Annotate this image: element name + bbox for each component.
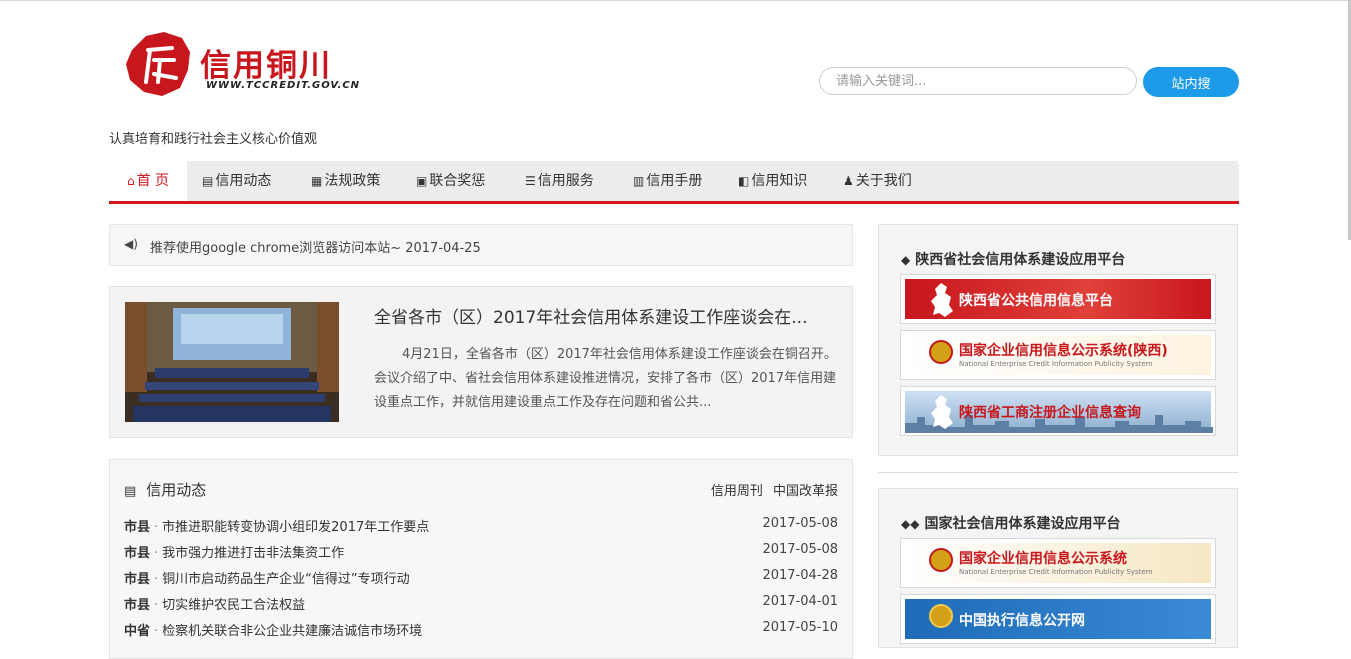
news-row[interactable]: 中省 · 检察机关联合非公企业共建廉洁诚信市场环境 2017-05-10 bbox=[124, 620, 838, 646]
news-row[interactable]: 市县 · 市推进职能转变协调小组印发2017年工作要点 2017-05-08 bbox=[124, 516, 838, 542]
national-emblem-icon bbox=[929, 548, 953, 572]
nav-credit-knowledge[interactable]: ◧ 信用知识 bbox=[738, 161, 807, 201]
nav-credit-service[interactable]: ☰ 信用服务 bbox=[525, 161, 594, 201]
nav-regulations[interactable]: ▦ 法规政策 bbox=[311, 161, 380, 201]
top-border bbox=[0, 0, 1351, 1]
slogan: 认真培育和践行社会主义核心价值观 bbox=[109, 132, 318, 147]
shaanxi-platform-panel: ◆ 陕西省社会信用体系建设应用平台 陕西省公共信用信息平台 国家企业信用信息公示系… bbox=[878, 224, 1238, 456]
shaanxi-map-icon bbox=[931, 395, 953, 429]
cube-icon: ◆ bbox=[901, 253, 911, 267]
book-icon: ▣ bbox=[416, 174, 428, 188]
nav-about-us[interactable]: ♟ 关于我们 bbox=[843, 161, 912, 201]
banner-shaanxi-business-registration[interactable]: 陕西省工商注册企业信息查询 bbox=[900, 386, 1216, 436]
panel2-title: ◆◆ 国家社会信用体系建设应用平台 bbox=[901, 516, 1121, 532]
main-nav: ⌂ 首 页 ▤ 信用动态 ▦ 法规政策 ▣ 联合奖惩 ☰ 信用服务 ▥ 信用手册 ◧ 信用知识… bbox=[109, 161, 1239, 204]
nav-credit-manual[interactable]: ▥ 信用手册 bbox=[633, 161, 702, 201]
speaker-icon: ◀) bbox=[124, 237, 138, 251]
link-credit-weekly[interactable]: 信用周刊 bbox=[711, 484, 763, 499]
national-emblem-icon bbox=[929, 340, 953, 364]
featured-description: 4月21日，全省各市（区）2017年社会信用体系建设工作座谈会在铜召开。会议介绍… bbox=[374, 347, 837, 410]
seal-logo-icon bbox=[126, 32, 190, 96]
shaanxi-map-icon bbox=[931, 283, 953, 317]
featured-title[interactable]: 全省各市（区）2017年社会信用体系建设工作座谈会在... bbox=[374, 303, 807, 328]
news-list: 市县 · 市推进职能转变协调小组印发2017年工作要点 2017-05-08 市县 ·… bbox=[124, 516, 838, 646]
search-input[interactable] bbox=[819, 67, 1137, 95]
search-button[interactable]: 站内搜 bbox=[1143, 67, 1239, 97]
news-heading: ▤ 信用动态 bbox=[124, 481, 207, 499]
news-row[interactable]: 市县 · 切实维护农民工合法权益 2017-04-01 bbox=[124, 594, 838, 620]
news-row[interactable]: 市县 · 我市强力推进打击非法集资工作 2017-05-08 bbox=[124, 542, 838, 568]
banner-national-enterprise-shaanxi[interactable]: 国家企业信用信息公示系统(陕西) National Enterprise Cre… bbox=[900, 330, 1216, 380]
newspaper-icon: ▤ bbox=[124, 484, 137, 499]
logo-title: 信用铜川 bbox=[200, 48, 332, 84]
share-icon: ◧ bbox=[738, 174, 750, 188]
document-icon: ▦ bbox=[311, 174, 323, 188]
panel1-title: ◆ 陕西省社会信用体系建设应用平台 bbox=[901, 252, 1126, 268]
credit-news-box: ▤ 信用动态 信用周刊 中国改革报 市县 · 市推进职能转变协调小组印发2017年工作… bbox=[109, 459, 853, 659]
cubes-icon: ◆◆ bbox=[901, 517, 920, 531]
banner-shaanxi-public-credit[interactable]: 陕西省公共信用信息平台 bbox=[900, 274, 1216, 324]
notice-bar: ◀) 推荐使用google chrome浏览器访问本站~ 2017-04-25 bbox=[109, 224, 853, 266]
manual-icon: ▥ bbox=[633, 174, 645, 188]
national-platform-panel: ◆◆ 国家社会信用体系建设应用平台 国家企业信用信息公示系统 National E… bbox=[878, 488, 1238, 648]
newspaper-icon: ▤ bbox=[202, 174, 214, 188]
site-logo[interactable]: 信用铜川 WWW.TCCREDIT.GOV.CN bbox=[124, 30, 359, 100]
featured-article: 全省各市（区）2017年社会信用体系建设工作座谈会在... 4月21日，全省各市… bbox=[109, 286, 853, 438]
featured-photo[interactable] bbox=[125, 302, 339, 422]
user-plus-icon: ♟ bbox=[843, 174, 854, 188]
news-links: 信用周刊 中国改革报 bbox=[705, 480, 838, 499]
logo-url: WWW.TCCREDIT.GOV.CN bbox=[206, 80, 361, 91]
news-row[interactable]: 市县 · 铜川市启动药品生产企业“信得过”专项行动 2017-04-28 bbox=[124, 568, 838, 594]
banner-national-enterprise[interactable]: 国家企业信用信息公示系统 National Enterprise Credit … bbox=[900, 538, 1216, 588]
list-icon: ☰ bbox=[525, 174, 536, 188]
nav-credit-news[interactable]: ▤ 信用动态 bbox=[202, 161, 271, 201]
national-emblem-icon bbox=[929, 604, 953, 628]
link-china-reform-daily[interactable]: 中国改革报 bbox=[773, 484, 838, 499]
sidebar-divider bbox=[878, 472, 1238, 473]
nav-joint-rewards[interactable]: ▣ 联合奖惩 bbox=[416, 161, 485, 201]
nav-home[interactable]: ⌂ 首 页 bbox=[109, 161, 187, 201]
home-icon: ⌂ bbox=[126, 174, 135, 188]
notice-text[interactable]: 推荐使用google chrome浏览器访问本站~ 2017-04-25 bbox=[150, 237, 481, 256]
